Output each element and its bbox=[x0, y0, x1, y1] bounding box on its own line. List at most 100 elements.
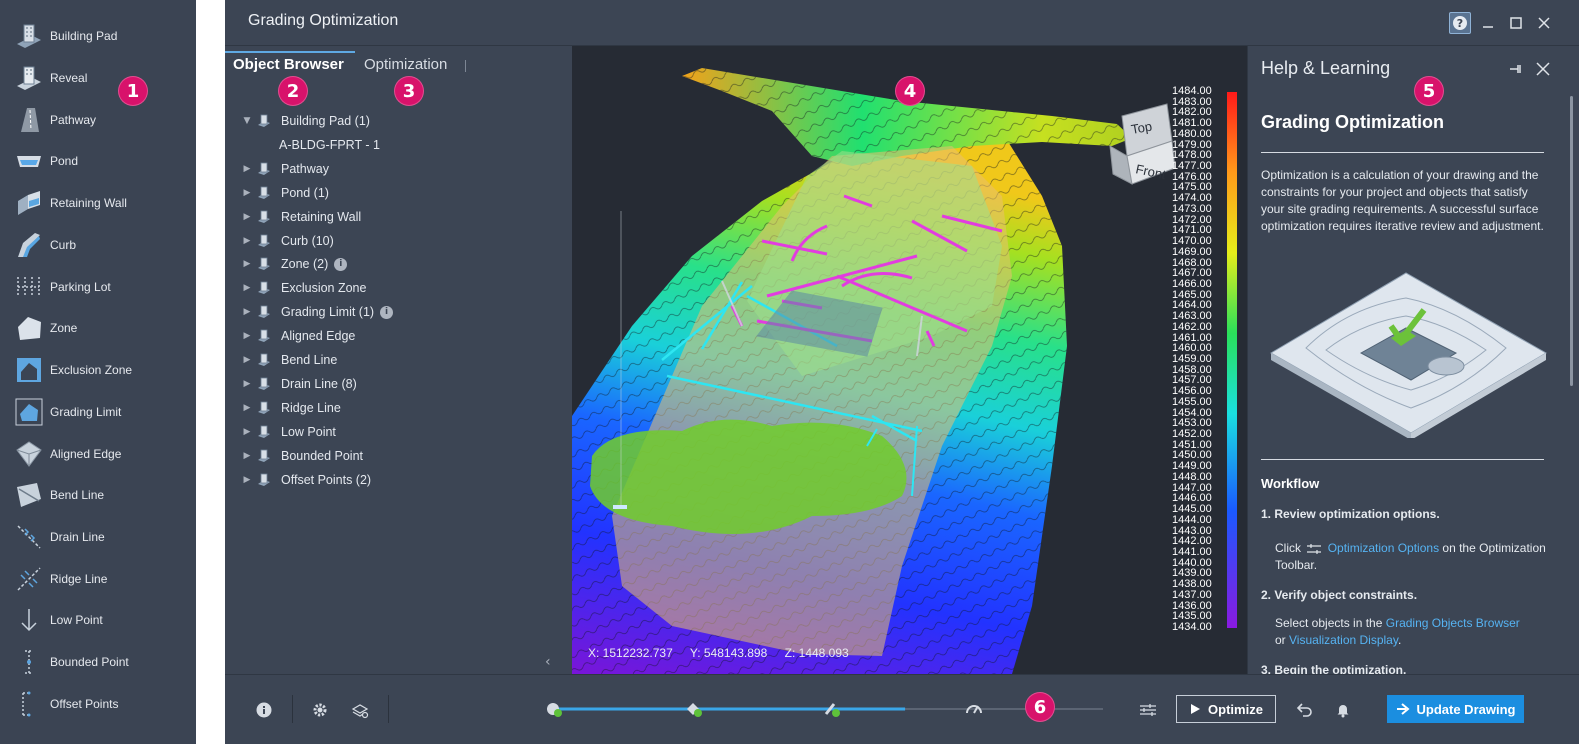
tree-label: Grading Limit (1) bbox=[281, 305, 375, 320]
tree-row[interactable]: ▶ Pathway bbox=[239, 158, 329, 180]
grading-objects-browser-link[interactable]: Grading Objects Browser bbox=[1386, 616, 1520, 630]
object-type-icon bbox=[255, 328, 273, 344]
callout-badge-3: 3 bbox=[394, 76, 424, 106]
palette-item-aligned-edge[interactable]: Aligned Edge bbox=[0, 434, 196, 474]
undo-button[interactable] bbox=[1293, 699, 1315, 721]
update-drawing-label: Update Drawing bbox=[1416, 701, 1516, 717]
help-button[interactable]: ? bbox=[1449, 12, 1471, 34]
expand-right-icon[interactable]: ▶ bbox=[239, 331, 255, 341]
tree-row[interactable]: ▶ Bend Line bbox=[239, 349, 338, 371]
palette-item-zone[interactable]: Zone bbox=[0, 308, 196, 348]
optimize-button[interactable]: Optimize bbox=[1176, 695, 1276, 723]
tree-label: Curb (10) bbox=[281, 233, 334, 248]
tree-row[interactable]: ▶ Bounded Point bbox=[239, 445, 363, 467]
expand-right-icon[interactable]: ▶ bbox=[239, 283, 255, 293]
bend-line-icon bbox=[14, 480, 44, 510]
low-point-icon bbox=[14, 605, 44, 635]
tree-row[interactable]: ▶ Curb (10) bbox=[239, 230, 334, 252]
info-icon[interactable]: i bbox=[380, 305, 394, 319]
pin-icon[interactable] bbox=[1508, 61, 1526, 79]
optimization-options-button[interactable] bbox=[1137, 699, 1159, 721]
tree-row[interactable]: ▶ Exclusion Zone bbox=[239, 277, 367, 299]
palette-item-bounded-point[interactable]: Bounded Point bbox=[0, 642, 196, 682]
expand-right-icon[interactable]: ▶ bbox=[239, 403, 255, 413]
step-2-text: Select objects in the Grading Objects Br… bbox=[1275, 615, 1560, 649]
elevation-scale-bar bbox=[1227, 92, 1237, 628]
close-icon[interactable] bbox=[1536, 61, 1554, 79]
update-drawing-button[interactable]: Update Drawing bbox=[1387, 695, 1524, 723]
exclusion-zone-icon bbox=[14, 355, 44, 385]
expand-down-icon[interactable]: ▼ bbox=[239, 116, 255, 126]
step-3-title: 3. Begin the optimization. bbox=[1261, 663, 1407, 674]
building-pad-icon bbox=[14, 21, 44, 51]
visualization-display-link[interactable]: Visualization Display bbox=[1289, 633, 1398, 647]
tab-optimization[interactable]: Optimization bbox=[364, 56, 447, 73]
object-type-icon bbox=[255, 280, 273, 296]
tree-row[interactable]: ▶ Aligned Edge bbox=[239, 325, 356, 347]
palette-item-reveal[interactable]: Reveal bbox=[0, 58, 196, 98]
expand-right-icon[interactable]: ▶ bbox=[239, 379, 255, 389]
palette-item-grading-limit[interactable]: Grading Limit bbox=[0, 392, 196, 432]
settings-button[interactable] bbox=[309, 699, 331, 721]
palette-item-exclusion-zone[interactable]: Exclusion Zone bbox=[0, 350, 196, 390]
tree-row[interactable]: ▼ Building Pad (1) bbox=[239, 110, 370, 132]
elevation-scale-label: 1434.00 bbox=[1172, 621, 1212, 633]
divider bbox=[1261, 459, 1544, 460]
help-learning-panel: Help & Learning Grading Optimization Opt… bbox=[1247, 46, 1579, 674]
tree-row[interactable]: ▶ Zone (2) i bbox=[239, 253, 348, 275]
visualization-settings-button[interactable] bbox=[349, 699, 371, 721]
visualization-viewport[interactable]: Top Front 1484.00 1483.00 1482.00 1481.00 14… bbox=[572, 46, 1247, 674]
palette-item-building-pad[interactable]: Building Pad bbox=[0, 16, 196, 56]
tree-label: Bend Line bbox=[281, 353, 338, 367]
step-objects-icon bbox=[687, 703, 702, 717]
palette-item-ridge-line[interactable]: Ridge Line bbox=[0, 559, 196, 599]
notifications-button[interactable] bbox=[1332, 699, 1354, 721]
expand-right-icon[interactable]: ▶ bbox=[239, 451, 255, 461]
tree-row[interactable]: ▶ Low Point bbox=[239, 421, 336, 443]
step-1-click: Click bbox=[1275, 541, 1301, 555]
tree-row[interactable]: ▶ Retaining Wall bbox=[239, 206, 362, 228]
expand-right-icon[interactable]: ▶ bbox=[239, 355, 255, 365]
palette-label: Zone bbox=[50, 321, 78, 335]
palette-item-bend-line[interactable]: Bend Line bbox=[0, 475, 196, 515]
layers-gear-icon bbox=[351, 704, 369, 719]
expand-right-icon[interactable]: ▶ bbox=[239, 236, 255, 246]
tree-row[interactable]: ▶ Grading Limit (1) i bbox=[239, 301, 394, 323]
step-2-end: . bbox=[1397, 633, 1402, 647]
tree-row[interactable]: ▶ Pond (1) bbox=[239, 182, 329, 204]
expand-right-icon[interactable]: ▶ bbox=[239, 259, 255, 269]
expand-right-icon[interactable]: ▶ bbox=[239, 307, 255, 317]
palette-item-curb[interactable]: Curb bbox=[0, 225, 196, 265]
tree-label: A-BLDG-FPRT - 1 bbox=[279, 137, 380, 152]
close-button[interactable] bbox=[1533, 12, 1555, 34]
optimize-label: Optimize bbox=[1208, 701, 1263, 717]
expand-right-icon[interactable]: ▶ bbox=[239, 164, 255, 174]
expand-right-icon[interactable]: ▶ bbox=[239, 427, 255, 437]
tree-label: Offset Points (2) bbox=[281, 472, 372, 487]
palette-item-offset-points[interactable]: Offset Points bbox=[0, 684, 196, 724]
tab-object-browser[interactable]: Object Browser bbox=[233, 56, 344, 73]
expand-right-icon[interactable]: ▶ bbox=[239, 475, 255, 485]
help-scrollbar[interactable] bbox=[1570, 96, 1573, 386]
object-type-icon bbox=[255, 400, 273, 416]
palette-item-retaining-wall[interactable]: Retaining Wall bbox=[0, 183, 196, 223]
optimization-options-link[interactable]: Optimization Options bbox=[1328, 541, 1439, 555]
expand-right-icon[interactable]: ▶ bbox=[239, 188, 255, 198]
palette-item-pond[interactable]: Pond bbox=[0, 141, 196, 181]
info-icon[interactable]: i bbox=[334, 257, 348, 271]
collapse-panel-icon[interactable]: ‹ bbox=[545, 654, 551, 670]
tree-row[interactable]: A-BLDG-FPRT - 1 bbox=[263, 134, 380, 156]
tree-row[interactable]: ▶ Ridge Line bbox=[239, 397, 341, 419]
info-button[interactable] bbox=[253, 699, 275, 721]
maximize-button[interactable] bbox=[1505, 12, 1527, 34]
palette-item-low-point[interactable]: Low Point bbox=[0, 600, 196, 640]
palette-item-drain-line[interactable]: Drain Line bbox=[0, 517, 196, 557]
object-type-icon bbox=[255, 185, 273, 201]
expand-right-icon[interactable]: ▶ bbox=[239, 212, 255, 222]
tree-row[interactable]: ▶ Offset Points (2) bbox=[239, 469, 372, 491]
tree-row[interactable]: ▶ Drain Line (8) bbox=[239, 373, 357, 395]
palette-item-pathway[interactable]: Pathway bbox=[0, 100, 196, 140]
object-type-icon bbox=[255, 376, 273, 392]
minimize-button[interactable] bbox=[1477, 12, 1499, 34]
palette-item-parking-lot[interactable]: Parking Lot bbox=[0, 267, 196, 307]
